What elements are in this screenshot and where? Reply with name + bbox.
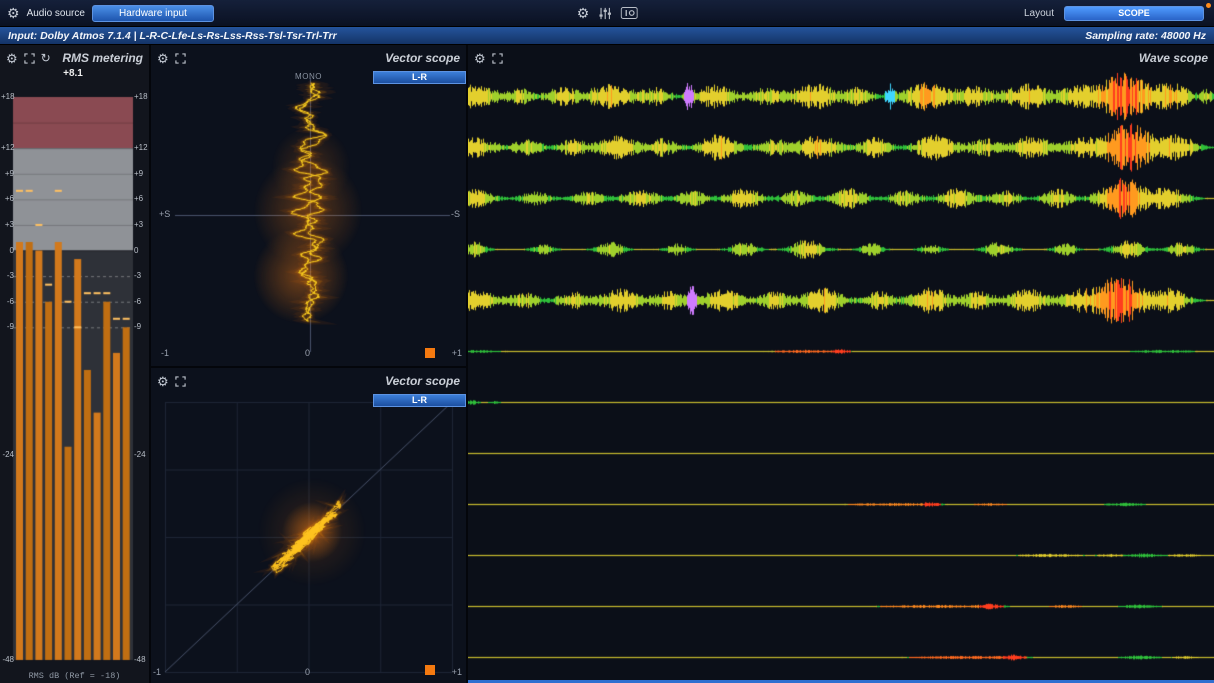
rms-tick-label: -9 bbox=[1, 323, 14, 331]
rms-tick-label: -24 bbox=[1, 451, 14, 459]
vs2-axis-zero: 0 bbox=[305, 667, 310, 677]
rms-tick-label: -3 bbox=[1, 272, 14, 280]
rms-tick-label: +12 bbox=[1, 144, 14, 152]
vs2-mode-button[interactable]: L-R bbox=[373, 394, 466, 407]
audio-source-group: ⚙ Audio source Hardware input bbox=[0, 5, 214, 22]
vs1-axis-zero: 0 bbox=[305, 348, 310, 358]
center-tools-group: ⚙ bbox=[577, 6, 638, 20]
rms-tick-label: -48 bbox=[1, 656, 14, 664]
rms-tick-label: -6 bbox=[1, 298, 14, 306]
rms-tick-label: -3 bbox=[134, 272, 148, 280]
vs2-panel-title: Vector scope bbox=[385, 374, 460, 388]
vs1-minus-s-label: -S bbox=[451, 209, 460, 219]
io-icon[interactable] bbox=[620, 7, 637, 19]
vs1-panel-title: Vector scope bbox=[385, 51, 460, 65]
rms-settings-icon[interactable]: ⚙ bbox=[6, 52, 18, 65]
rms-peak-readout: +8.1 bbox=[0, 68, 146, 79]
vs1-fullscreen-icon[interactable] bbox=[175, 53, 186, 64]
input-info-bar: Input: Dolby Atmos 7.1.4 | L-R-C-Lfe-Ls-… bbox=[0, 27, 1214, 45]
rms-tick-label: 0 bbox=[1, 247, 14, 255]
setup-gear-icon[interactable]: ⚙ bbox=[577, 6, 590, 20]
vs1-plus-s-label: +S bbox=[159, 209, 170, 219]
vs2-settings-icon[interactable]: ⚙ bbox=[157, 375, 169, 388]
vs2-panel-header: ⚙ Vector scope bbox=[151, 368, 466, 394]
vs1-axis-pos: +1 bbox=[452, 348, 462, 358]
input-format-label: Input: Dolby Atmos 7.1.4 | L-R-C-Lfe-Ls-… bbox=[8, 30, 337, 42]
rms-tick-label: -9 bbox=[134, 323, 148, 331]
layout-button[interactable]: Layout bbox=[1024, 8, 1054, 19]
vs1-panel-header: ⚙ Vector scope bbox=[151, 45, 466, 71]
vs2-clip-indicator[interactable] bbox=[425, 665, 435, 675]
layout-group: Layout SCOPE bbox=[1024, 6, 1214, 21]
rms-level-meters bbox=[0, 71, 149, 683]
vs1-mode-button[interactable]: L-R bbox=[373, 71, 466, 84]
vs2-axis-pos: +1 bbox=[452, 667, 462, 677]
rms-tick-label: +6 bbox=[1, 195, 14, 203]
rms-panel-title: RMS metering bbox=[62, 51, 143, 65]
goniometer-display bbox=[151, 71, 466, 366]
hardware-input-button[interactable]: Hardware input bbox=[92, 5, 214, 22]
vs1-mono-label: MONO bbox=[295, 72, 322, 81]
rms-metering-panel: ⚙ ↻ RMS metering +8.1 +18 +18 +12 +12 +9 +9 +6… bbox=[0, 45, 149, 683]
rms-tick-label: -6 bbox=[134, 298, 148, 306]
rms-tick-label: +9 bbox=[1, 170, 14, 178]
rms-tick-label: +3 bbox=[134, 221, 148, 229]
rms-fullscreen-icon[interactable] bbox=[24, 53, 35, 64]
vector-scope-panel-bottom: ⚙ Vector scope L-R -1 0 +1 bbox=[151, 368, 466, 683]
wave-panel-header: ⚙ Wave scope bbox=[468, 45, 1214, 71]
rms-tick-label: +9 bbox=[134, 170, 148, 178]
settings-gear-icon[interactable]: ⚙ bbox=[7, 6, 20, 20]
waveform-display bbox=[468, 71, 1214, 683]
rms-tick-label: -48 bbox=[134, 656, 148, 664]
rms-tick-label: +6 bbox=[134, 195, 148, 203]
vector-scope-panel-top: ⚙ Vector scope L-R MONO +S -S -1 0 +1 bbox=[151, 45, 466, 366]
top-toolbar: ⚙ Audio source Hardware input ⚙ Layout S… bbox=[0, 0, 1214, 27]
wave-settings-icon[interactable]: ⚙ bbox=[474, 52, 486, 65]
vs2-axis-neg: -1 bbox=[153, 667, 161, 677]
wave-scope-panel: ⚙ Wave scope bbox=[468, 45, 1214, 683]
audio-source-label: Audio source bbox=[27, 8, 85, 19]
rms-reset-icon[interactable]: ↻ bbox=[41, 52, 51, 64]
rms-footer-label: RMS dB (Ref = -18) bbox=[0, 671, 149, 681]
status-indicator-dot bbox=[1206, 3, 1211, 8]
rms-tick-label: +12 bbox=[134, 144, 148, 152]
wave-panel-title: Wave scope bbox=[1139, 51, 1208, 65]
correlation-display bbox=[151, 394, 466, 683]
sampling-rate-label: Sampling rate: 48000 Hz bbox=[1085, 30, 1206, 42]
analyzer-window: { "topbar": { "audio_source": "Audio sou… bbox=[0, 0, 1214, 683]
wave-fullscreen-icon[interactable] bbox=[492, 53, 503, 64]
vs1-clip-indicator[interactable] bbox=[425, 348, 435, 358]
vs1-settings-icon[interactable]: ⚙ bbox=[157, 52, 169, 65]
vs2-fullscreen-icon[interactable] bbox=[175, 376, 186, 387]
rms-tick-label: +18 bbox=[134, 93, 148, 101]
scope-button[interactable]: SCOPE bbox=[1064, 6, 1204, 21]
vs1-axis-neg: -1 bbox=[161, 348, 169, 358]
rms-tick-label: +3 bbox=[1, 221, 14, 229]
rms-tick-label: 0 bbox=[134, 247, 148, 255]
rms-tick-label: +18 bbox=[1, 93, 14, 101]
mixer-channels-icon[interactable] bbox=[598, 7, 611, 20]
rms-tick-label: -24 bbox=[134, 451, 148, 459]
